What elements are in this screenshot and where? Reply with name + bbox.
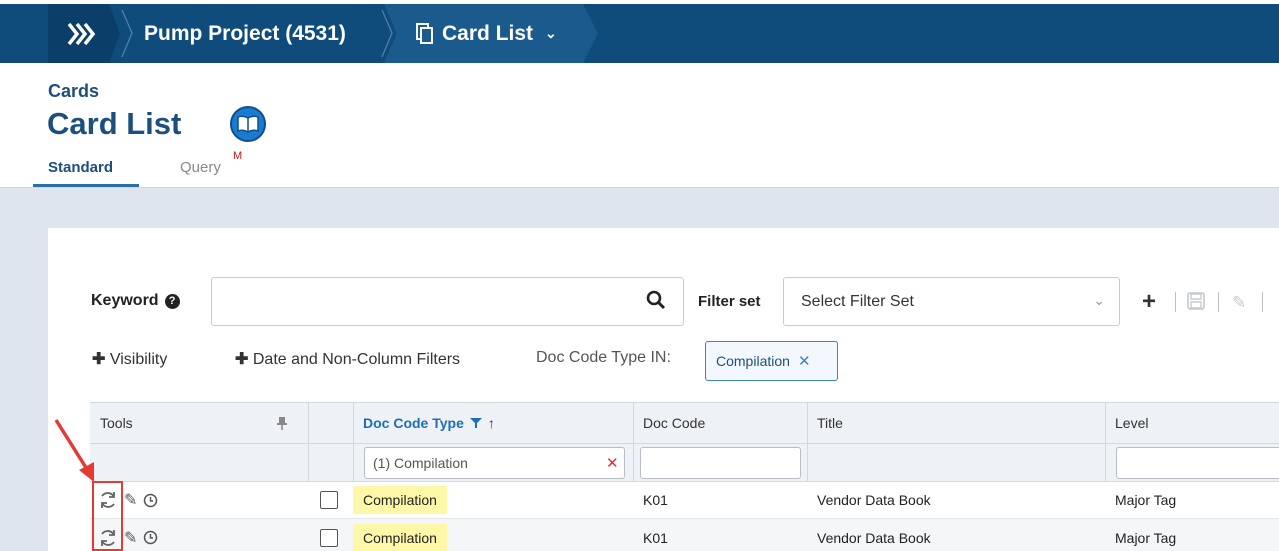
tab-standard[interactable]: Standard xyxy=(48,159,113,176)
keyword-label: Keyword ? xyxy=(91,292,180,310)
page-header: Cards Card List Standard Query M xyxy=(0,63,1279,188)
cell-level: Major Tag xyxy=(1115,529,1177,546)
grid-divider xyxy=(308,444,309,481)
save-icon[interactable] xyxy=(1187,292,1205,310)
doc-code-type-filter-input[interactable] xyxy=(364,447,625,479)
keyword-input[interactable] xyxy=(211,277,684,326)
date-filters-label: Date and Non-Column Filters xyxy=(252,351,461,368)
sort-up-icon[interactable]: ↑ xyxy=(488,415,495,431)
doc-code-type-in-label: Doc Code Type IN: xyxy=(536,349,671,366)
grid-divider xyxy=(633,444,634,481)
breadcrumb-cardlist[interactable]: Card List ⌄ xyxy=(416,4,557,63)
column-header-level[interactable]: Level xyxy=(1105,403,1279,443)
crumb-separator xyxy=(381,9,393,58)
row-checkbox[interactable] xyxy=(320,528,338,547)
breadcrumb-project[interactable]: Pump Project (4531) xyxy=(144,4,346,63)
cell-doc-code-type-value: Compilation xyxy=(353,486,447,514)
card-grid: Tools Doc Code Type ↑ Doc Code Title Lev… xyxy=(90,402,1279,551)
query-badge: M xyxy=(233,150,243,162)
cell-title: Vendor Data Book xyxy=(817,529,931,546)
section-title: Cards xyxy=(48,81,100,101)
toolbar-divider xyxy=(1218,292,1219,312)
pencil-icon[interactable]: ✎ xyxy=(1232,293,1246,313)
visibility-label: Visibility xyxy=(109,351,168,368)
level-filter-input[interactable] xyxy=(1116,447,1279,479)
grid-divider xyxy=(807,444,808,481)
filter-icon[interactable] xyxy=(469,417,482,429)
edit-icon[interactable]: ✎ xyxy=(124,528,137,548)
tab-active-underline xyxy=(33,184,139,187)
keyword-label-text: Keyword xyxy=(91,292,159,309)
grid-filter-row: ✕ xyxy=(90,444,1279,482)
clear-filter-icon[interactable]: ✕ xyxy=(606,454,619,472)
row-checkbox[interactable] xyxy=(320,491,338,509)
annotation-arrow xyxy=(54,419,94,482)
toolbar-divider xyxy=(1262,292,1263,312)
cell-doc-code-type-value: Compilation xyxy=(353,523,447,551)
grid-header-row: Tools Doc Code Type ↑ Doc Code Title Lev… xyxy=(90,403,1279,444)
book-icon xyxy=(237,115,259,133)
toolbar-divider xyxy=(1175,292,1176,312)
column-header-doc-code-type[interactable]: Doc Code Type ↑ xyxy=(353,403,633,443)
breadcrumb-cardlist-label: Card List xyxy=(442,21,534,45)
help-book-button[interactable] xyxy=(230,106,266,142)
chevron-down-icon[interactable]: ⌄ xyxy=(545,25,557,42)
filter-chip[interactable]: Compilation ✕ xyxy=(705,341,838,381)
filterset-value: Select Filter Set xyxy=(801,292,914,310)
column-header-title[interactable]: Title xyxy=(807,403,1105,443)
pin-icon[interactable] xyxy=(276,416,288,430)
cell-level: Major Tag xyxy=(1115,492,1177,508)
plus-icon: ✚ xyxy=(235,351,249,368)
row-checkbox-cell xyxy=(320,519,350,551)
cell-doc-code: K01 xyxy=(643,492,668,508)
search-icon[interactable] xyxy=(646,290,666,310)
question-icon[interactable]: ? xyxy=(164,293,180,309)
column-header-doc-code-type-label: Doc Code Type xyxy=(363,415,464,431)
clock-icon[interactable] xyxy=(143,530,158,545)
cell-doc-code: K01 xyxy=(643,529,668,546)
filter-chip-label: Compilation xyxy=(716,353,790,369)
chevron-down-icon: ⌄ xyxy=(1093,292,1105,308)
column-header-doc-code[interactable]: Doc Code xyxy=(633,403,807,443)
grid-divider xyxy=(308,403,309,443)
filterset-label: Filter set xyxy=(698,293,761,310)
clock-icon[interactable] xyxy=(143,493,158,508)
grid-divider xyxy=(353,444,354,481)
page-title: Card List xyxy=(47,106,182,141)
crumb-separator xyxy=(121,9,133,58)
doc-code-filter-input[interactable] xyxy=(640,447,801,479)
grid-divider xyxy=(1105,444,1106,481)
chevrons-right-icon xyxy=(67,22,96,46)
cell-doc-code-type: Compilation xyxy=(353,519,633,551)
top-nav: Pump Project (4531) Card List ⌄ xyxy=(0,0,1279,63)
tab-query[interactable]: Query xyxy=(180,159,221,176)
visibility-button[interactable]: ✚ Visibility xyxy=(92,349,167,369)
cell-doc-code-type: Compilation xyxy=(353,482,633,518)
cards-icon xyxy=(416,22,433,44)
date-filters-button[interactable]: ✚ Date and Non-Column Filters xyxy=(235,349,460,369)
plus-icon: ✚ xyxy=(92,351,106,368)
cell-title: Vendor Data Book xyxy=(817,492,931,508)
row-checkbox-cell xyxy=(320,482,350,518)
close-icon[interactable]: ✕ xyxy=(798,352,811,370)
home-crumb[interactable] xyxy=(48,4,120,63)
filterset-select[interactable]: Select Filter Set ⌄ xyxy=(783,277,1120,326)
add-filter-set-button[interactable]: + xyxy=(1142,288,1156,316)
table-row[interactable]: ✎ Compilation K01 Vendor Data Book Major… xyxy=(90,482,1279,519)
table-row[interactable]: ✎ Compilation K01 Vendor Data Book Major… xyxy=(90,519,1279,551)
edit-icon[interactable]: ✎ xyxy=(124,490,137,510)
annotation-highlight-box xyxy=(92,481,123,551)
